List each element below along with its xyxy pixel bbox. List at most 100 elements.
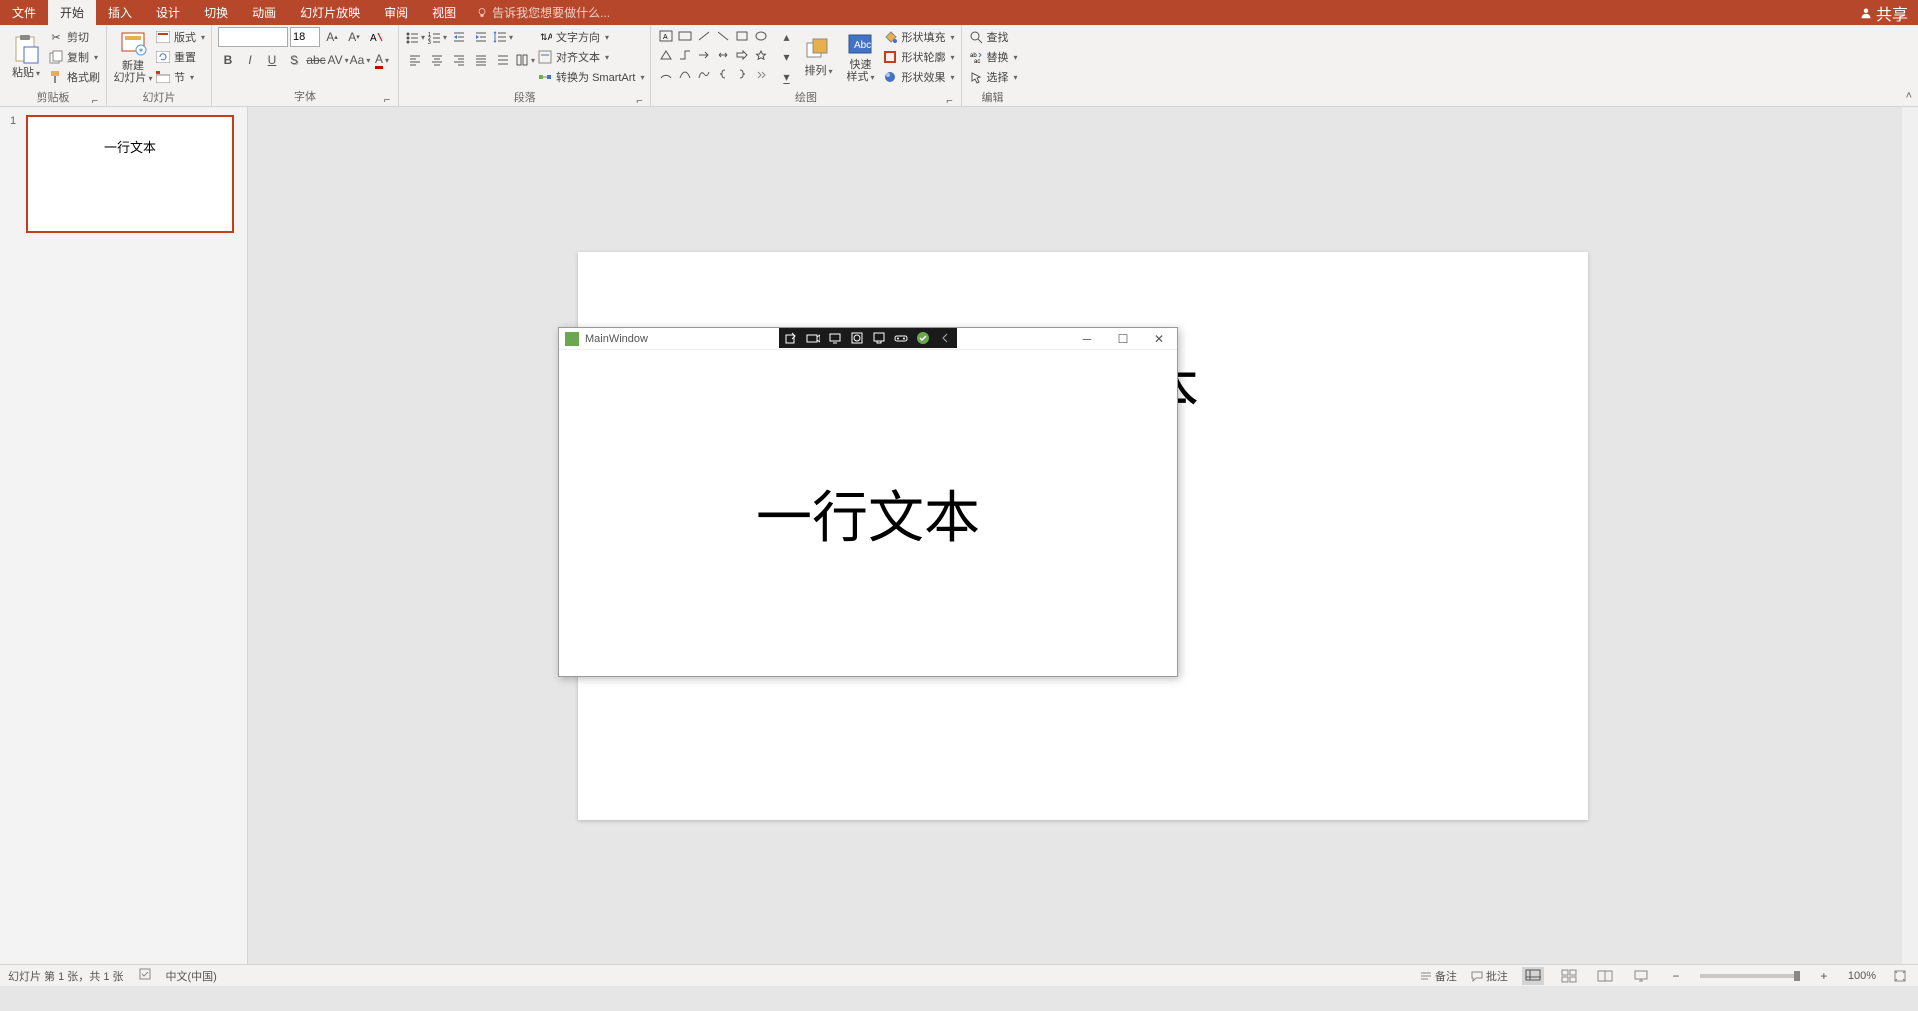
tab-design[interactable]: 设计 [144,0,192,25]
shape-brace-icon[interactable] [714,65,732,83]
sorter-view-button[interactable] [1558,967,1580,985]
reading-view-button[interactable] [1594,967,1616,985]
overlay-minimize-button[interactable]: ─ [1069,328,1105,350]
slideshow-view-button[interactable] [1630,967,1652,985]
vertical-scrollbar[interactable] [1902,107,1918,964]
find-button[interactable]: 查找 [968,27,1018,47]
shape-freeform-icon[interactable] [695,65,713,83]
clear-formatting-button[interactable]: A [366,27,386,47]
tab-view[interactable]: 视图 [420,0,468,25]
arrange-button[interactable]: 排列▾ [798,27,838,87]
tab-transitions[interactable]: 切换 [192,0,240,25]
shape-doublearrow-icon[interactable] [714,46,732,64]
tab-animations[interactable]: 动画 [240,0,288,25]
text-direction-button[interactable]: ⇅A文字方向▾ [537,27,644,47]
reset-button[interactable]: 重置 [155,47,205,67]
fit-window-button[interactable] [1890,966,1910,986]
spellcheck-icon[interactable] [138,967,152,984]
overlay-close-button[interactable]: ✕ [1141,328,1177,350]
toolbar-cast-icon[interactable] [871,330,887,346]
align-left-button[interactable] [405,50,425,70]
shape-star-icon[interactable] [752,46,770,64]
status-language[interactable]: 中文(中国) [166,968,217,984]
shape-arrow-icon[interactable] [695,46,713,64]
shape-rect2-icon[interactable] [733,27,751,45]
shape-blockarrow-icon[interactable] [733,46,751,64]
slide-thumbnail-1[interactable]: 一行文本 [26,115,234,233]
shape-elbow-icon[interactable] [676,46,694,64]
gallery-down-button[interactable]: ▾ [776,47,796,67]
paragraph-launcher[interactable]: ⌐ [634,95,644,105]
toolbar-export-icon[interactable] [783,330,799,346]
tab-review[interactable]: 审阅 [372,0,420,25]
toolbar-check-icon[interactable] [915,330,931,346]
shape-brace2-icon[interactable] [733,65,751,83]
tab-insert[interactable]: 插入 [96,0,144,25]
shape-arc-icon[interactable] [657,65,675,83]
align-right-button[interactable] [449,50,469,70]
char-spacing-button[interactable]: AV▾ [328,50,348,70]
gallery-up-button[interactable]: ▴ [776,27,796,47]
paste-button[interactable]: 粘贴▾ [6,27,46,87]
bold-button[interactable]: B [218,50,238,70]
shape-textbox-icon[interactable]: A [657,27,675,45]
shapes-gallery[interactable]: A [657,27,770,83]
replace-button[interactable]: abac替换▾ [968,47,1018,67]
cut-button[interactable]: ✂剪切 [48,27,100,47]
shape-outline-button[interactable]: 形状轮廓▾ [882,47,954,67]
columns-button[interactable]: ▾ [515,50,535,70]
font-size-select[interactable] [290,27,320,47]
shape-line-icon[interactable] [695,27,713,45]
quick-styles-button[interactable]: Abc 快速样式▾ [840,27,880,87]
tab-home[interactable]: 开始 [48,0,96,25]
change-case-button[interactable]: Aa▾ [350,50,370,70]
zoom-slider-thumb[interactable] [1794,971,1800,981]
layout-button[interactable]: 版式▾ [155,27,205,47]
zoom-out-button[interactable]: − [1666,966,1686,986]
slide-thumbnail-panel[interactable]: 1 一行文本 [0,107,248,964]
shape-effects-button[interactable]: 形状效果▾ [882,67,954,87]
decrease-font-button[interactable]: A▾ [344,27,364,47]
tell-me-search[interactable]: 告诉我您想要做什么... [476,0,610,25]
zoom-value[interactable]: 100% [1848,970,1876,982]
zoom-slider[interactable] [1700,974,1800,978]
drawing-launcher[interactable]: ⌐ [945,95,955,105]
shadow-button[interactable]: S [284,50,304,70]
font-launcher[interactable]: ⌐ [382,94,392,104]
numbering-button[interactable]: 123▾ [427,27,447,47]
status-comments-button[interactable]: 批注 [1471,968,1508,984]
normal-view-button[interactable] [1522,967,1544,985]
toolbar-screen-icon[interactable] [827,330,843,346]
shape-rectangle-icon[interactable] [676,27,694,45]
decrease-indent-button[interactable] [449,27,469,47]
strikethrough-button[interactable]: abc [306,50,326,70]
overlay-mainwindow[interactable]: MainWindow ─ ☐ ✕ 一行文本 [558,327,1178,677]
shape-more-icon[interactable] [752,65,770,83]
toolbar-record-icon[interactable] [849,330,865,346]
tab-slideshow[interactable]: 幻灯片放映 [288,0,372,25]
distribute-button[interactable] [493,50,513,70]
section-button[interactable]: 节▾ [155,67,205,87]
font-color-button[interactable]: A▾ [372,50,392,70]
align-text-button[interactable]: 对齐文本▾ [537,47,644,67]
bullets-button[interactable]: ▾ [405,27,425,47]
format-painter-button[interactable]: 格式刷 [48,67,100,87]
increase-indent-button[interactable] [471,27,491,47]
toolbar-camera-icon[interactable] [805,330,821,346]
shape-line2-icon[interactable] [714,27,732,45]
font-family-select[interactable] [218,27,288,47]
toolbar-collapse-icon[interactable] [937,330,953,346]
increase-font-button[interactable]: A▴ [322,27,342,47]
tab-file[interactable]: 文件 [0,0,48,25]
shape-fill-button[interactable]: 形状填充▾ [882,27,954,47]
zoom-in-button[interactable]: + [1814,966,1834,986]
shape-curve-icon[interactable] [676,65,694,83]
line-spacing-button[interactable]: ▾ [493,27,513,47]
slide-canvas-area[interactable]: 一行文本 MainWindow ─ ☐ [248,107,1918,964]
italic-button[interactable]: I [240,50,260,70]
align-center-button[interactable] [427,50,447,70]
select-button[interactable]: 选择▾ [968,67,1018,87]
share-button[interactable]: 共享 [1850,0,1918,25]
toolbar-gamepad-icon[interactable] [893,330,909,346]
shape-oval-icon[interactable] [752,27,770,45]
